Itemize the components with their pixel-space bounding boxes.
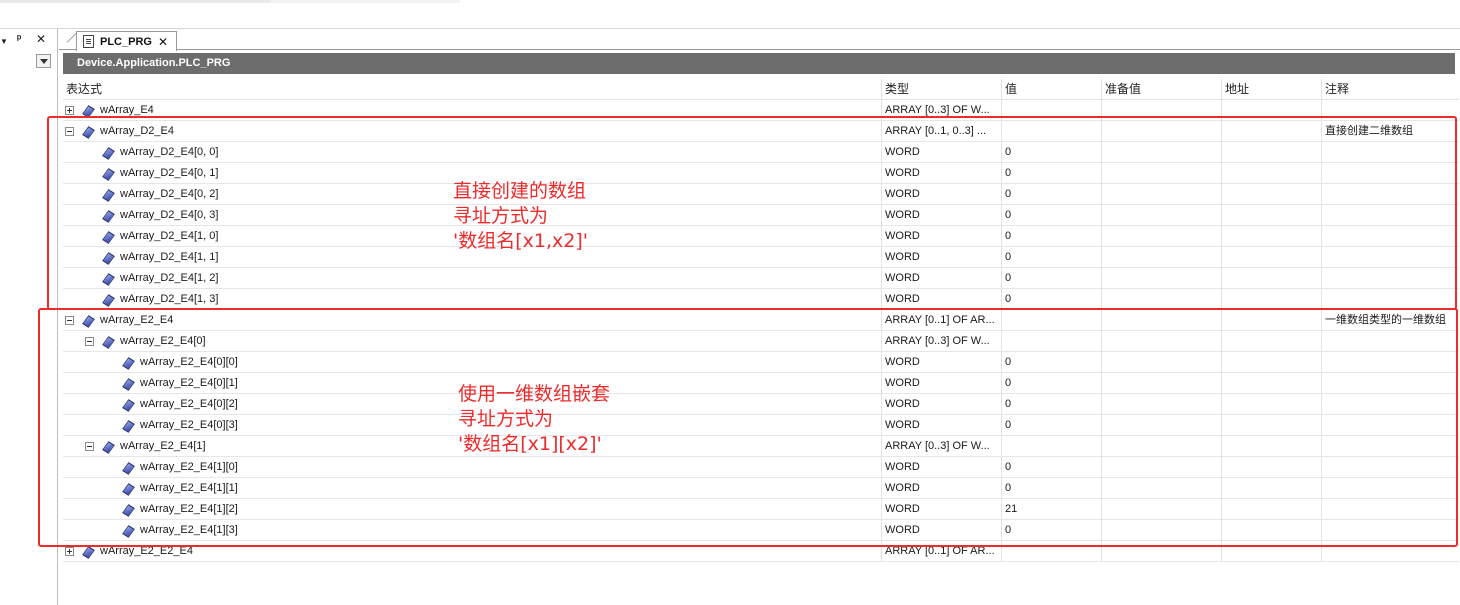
annotation-line: 直接创建的数组	[453, 180, 587, 202]
top-strip-segment	[0, 0, 270, 3]
pane-dropdown-button[interactable]	[36, 54, 51, 68]
column-header-address[interactable]: 地址	[1221, 79, 1321, 100]
variable-icon	[84, 547, 92, 557]
annotation-line: 寻址方式为	[453, 205, 549, 227]
tab-title: PLC_PRG	[100, 35, 152, 48]
tab-plc-prg[interactable]: PLC_PRG ✕	[76, 31, 178, 51]
path-header: Device.Application.PLC_PRG	[63, 53, 1455, 74]
column-headers: 表达式 类型 值 准备值 地址 注释	[63, 79, 1459, 100]
annotation-line: '数组名[x1][x2]'	[458, 433, 602, 455]
annotation-nested-array: 使用一维数组嵌套 寻址方式为 '数组名[x1][x2]'	[458, 382, 610, 457]
annotation-line: '数组名[x1,x2]'	[453, 230, 588, 252]
column-header-expression[interactable]: 表达式	[63, 79, 881, 100]
column-header-value[interactable]: 值	[1001, 79, 1101, 100]
pin-icon[interactable]: ᵖ	[17, 32, 21, 46]
top-strip-segment	[270, 0, 460, 3]
annotation-line: 使用一维数组嵌套	[458, 383, 611, 405]
column-header-type[interactable]: 类型	[881, 79, 1001, 100]
tab-close-icon[interactable]: ✕	[158, 35, 168, 49]
expand-icon[interactable]	[65, 106, 74, 115]
callout-box-nested-array	[38, 308, 1458, 547]
close-icon[interactable]: ✕	[36, 32, 46, 46]
expand-icon[interactable]	[65, 547, 74, 556]
column-header-prepared-value[interactable]: 准备值	[1101, 79, 1221, 100]
pane-menu-arrow-icon[interactable]: ▼	[0, 35, 8, 49]
annotation-direct-array: 直接创建的数组 寻址方式为 '数组名[x1,x2]'	[453, 179, 588, 254]
variable-icon	[84, 106, 92, 116]
annotation-line: 寻址方式为	[458, 408, 554, 430]
column-header-comment[interactable]: 注释	[1321, 79, 1459, 100]
document-icon	[83, 35, 94, 48]
tab-bar: PLC_PRG ✕	[59, 29, 1460, 51]
callout-box-direct-array	[47, 116, 1457, 310]
top-strip	[0, 0, 1460, 29]
